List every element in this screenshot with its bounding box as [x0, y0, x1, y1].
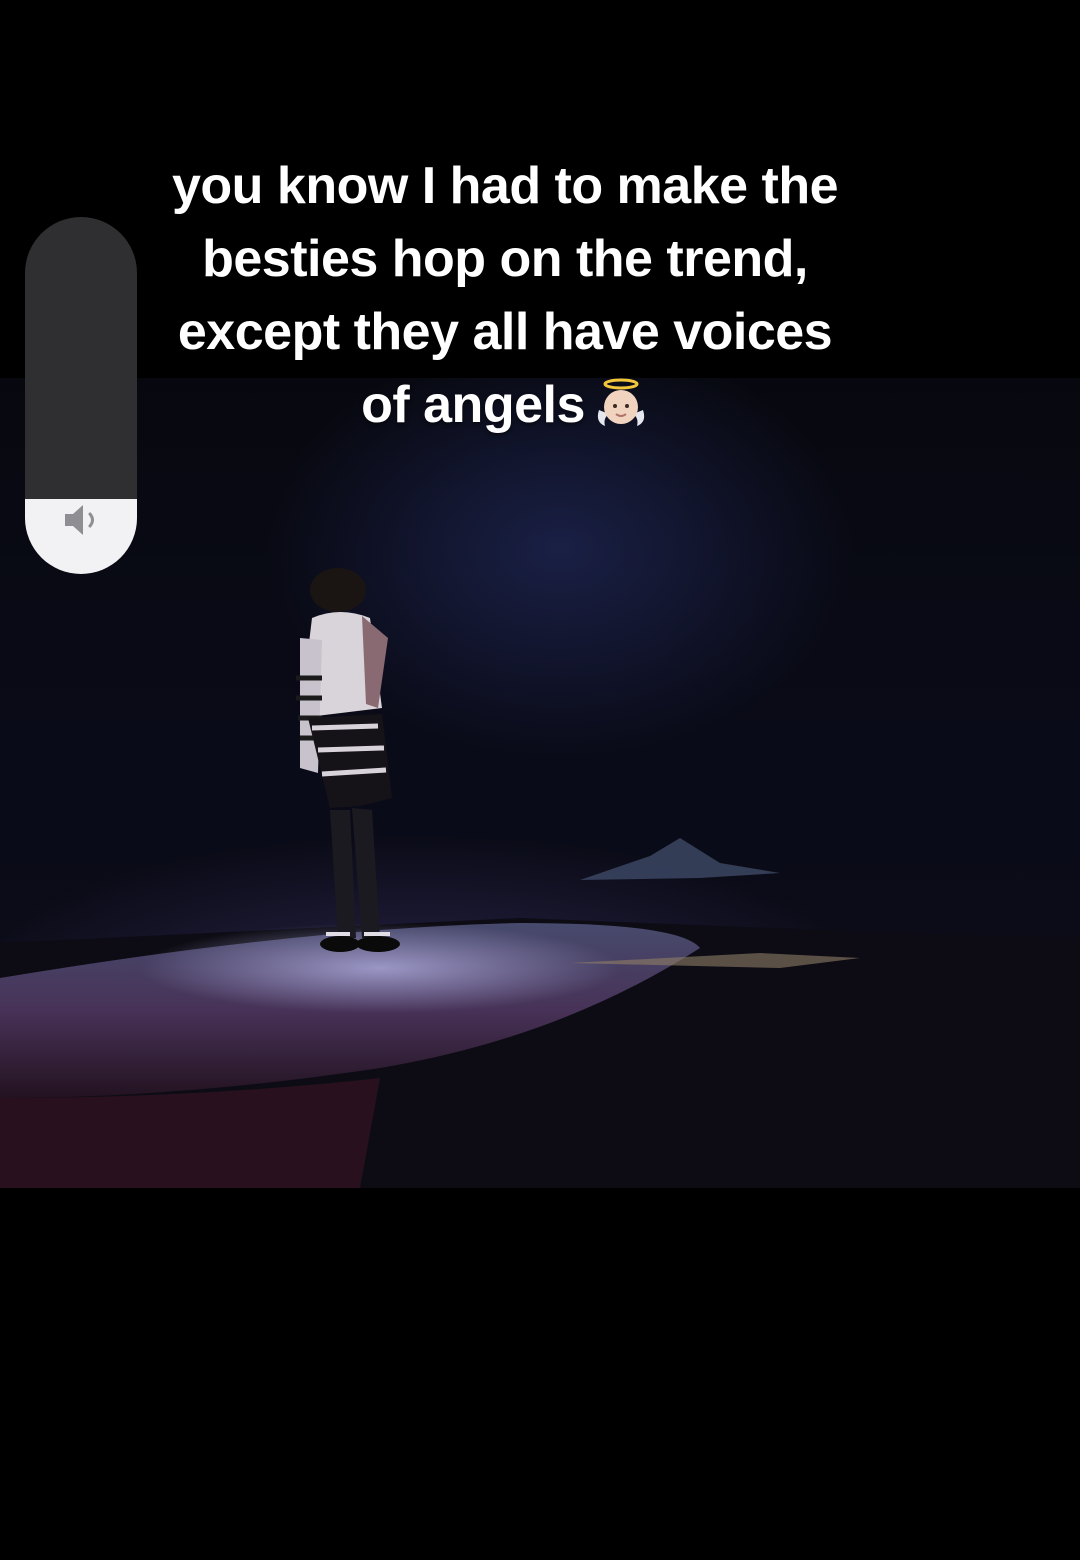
volume-slider[interactable] — [25, 217, 137, 574]
video-frame[interactable] — [0, 378, 1080, 1188]
caption-line-4: of angels — [105, 369, 905, 442]
video-screen[interactable]: you know I had to make the besties hop o… — [0, 0, 1080, 1560]
performer-figure — [296, 568, 400, 952]
caption-line-4-text: of angels — [361, 376, 585, 434]
caption-line-2: besties hop on the trend, — [202, 230, 808, 288]
stage-scene — [0, 568, 1080, 1188]
video-caption: you know I had to make the besties hop o… — [105, 150, 905, 442]
caption-line-1: you know I had to make the — [172, 157, 839, 215]
speaker-low-icon — [65, 505, 94, 535]
caption-line-3: except they all have voices — [177, 303, 833, 361]
baby-angel-emoji-icon — [597, 378, 645, 426]
